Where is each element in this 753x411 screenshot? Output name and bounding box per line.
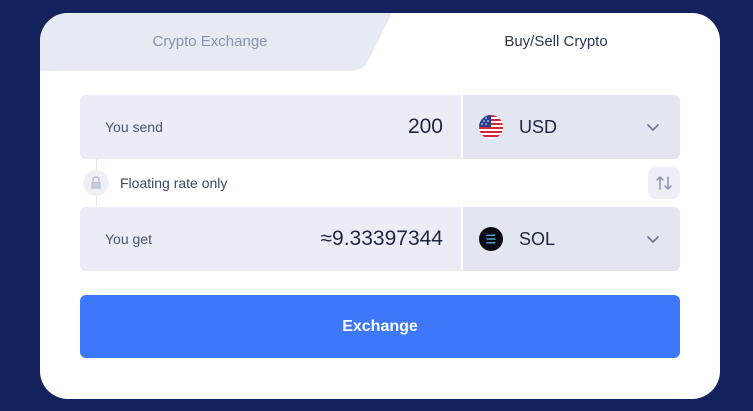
tab-buy-sell-crypto[interactable]: Buy/Sell Crypto [392, 13, 720, 71]
swap-arrows-icon [656, 176, 672, 190]
tab-crypto-exchange-label: Crypto Exchange [152, 33, 268, 50]
us-flag-icon [479, 115, 503, 139]
send-row: You send 200 USD [80, 95, 680, 159]
get-currency-select[interactable]: SOL [463, 207, 680, 271]
lock-icon [91, 176, 101, 189]
send-amount-field[interactable]: You send 200 [80, 95, 461, 159]
chevron-down-icon [647, 124, 659, 131]
send-currency-select[interactable]: USD [463, 95, 680, 159]
exchange-card: Crypto Exchange Buy/Sell Crypto You send… [40, 13, 720, 399]
send-label: You send [105, 119, 163, 135]
floating-rate-text: Floating rate only [120, 175, 228, 191]
get-label: You get [105, 231, 152, 247]
get-currency-ticker: SOL [519, 229, 556, 249]
exchange-button[interactable]: Exchange [80, 295, 680, 358]
tab-crypto-exchange[interactable]: Crypto Exchange [40, 13, 392, 71]
get-row: You get ≈9.33397344 SOL [80, 207, 680, 271]
chevron-down-icon [647, 236, 659, 243]
lock-toggle[interactable] [83, 170, 109, 196]
solana-icon [479, 227, 503, 251]
send-amount-value[interactable]: 200 [408, 95, 443, 159]
get-amount-field: You get ≈9.33397344 [80, 207, 461, 271]
send-currency-ticker: USD [519, 117, 558, 137]
swap-button[interactable] [648, 167, 680, 199]
get-amount-value: ≈9.33397344 [320, 227, 443, 250]
